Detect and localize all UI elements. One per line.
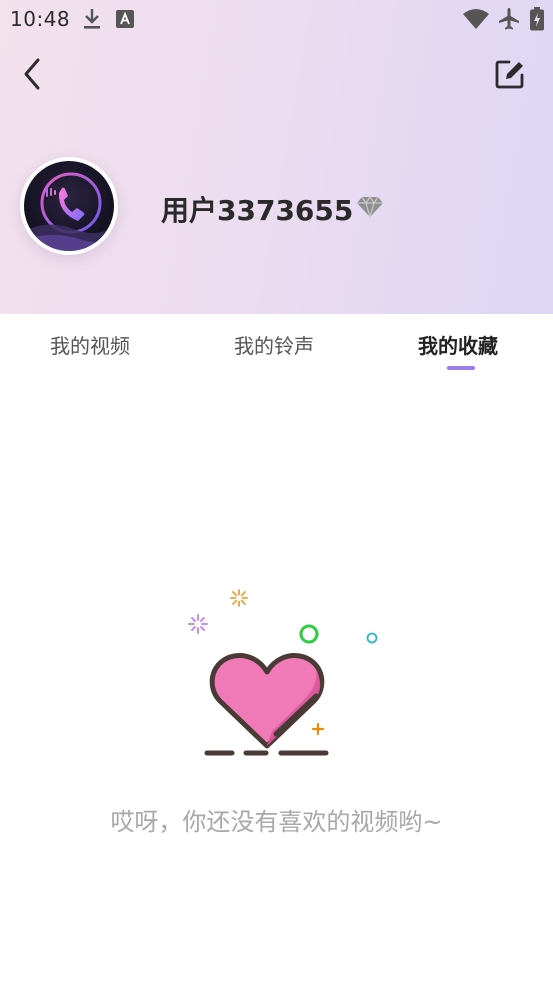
a-icon (115, 9, 135, 33)
empty-state-message: 哎呀，你还没有喜欢的视频哟~ (110, 808, 443, 836)
avatar-image (24, 161, 114, 251)
profile-header-background (0, 0, 553, 314)
tab-my-videos[interactable]: 我的视频 (50, 330, 130, 359)
status-time: 10:48 (10, 7, 71, 31)
chevron-left-icon (24, 58, 40, 90)
profile-screen: 10:48 用户3373655 我的视频 我的铃声 我的收藏 哎呀，你还没有喜欢… (0, 0, 553, 983)
tab-active-indicator (447, 366, 475, 370)
status-bar: 10:48 (0, 0, 553, 38)
download-icon (81, 6, 103, 36)
battery-icon (530, 7, 544, 35)
empty-state-illustration (180, 584, 390, 764)
wifi-icon (462, 8, 490, 34)
username: 用户3373655 (161, 194, 354, 227)
tab-bar: 我的视频 我的铃声 我的收藏 (0, 314, 553, 374)
edit-icon (495, 60, 524, 89)
back-button[interactable] (14, 56, 50, 92)
avatar[interactable] (20, 157, 118, 255)
tab-my-ringtones[interactable]: 我的铃声 (234, 330, 314, 359)
airplane-icon (497, 7, 521, 35)
edit-profile-button[interactable] (492, 56, 528, 92)
tab-my-favorites[interactable]: 我的收藏 (418, 330, 498, 359)
diamond-icon (356, 195, 384, 220)
